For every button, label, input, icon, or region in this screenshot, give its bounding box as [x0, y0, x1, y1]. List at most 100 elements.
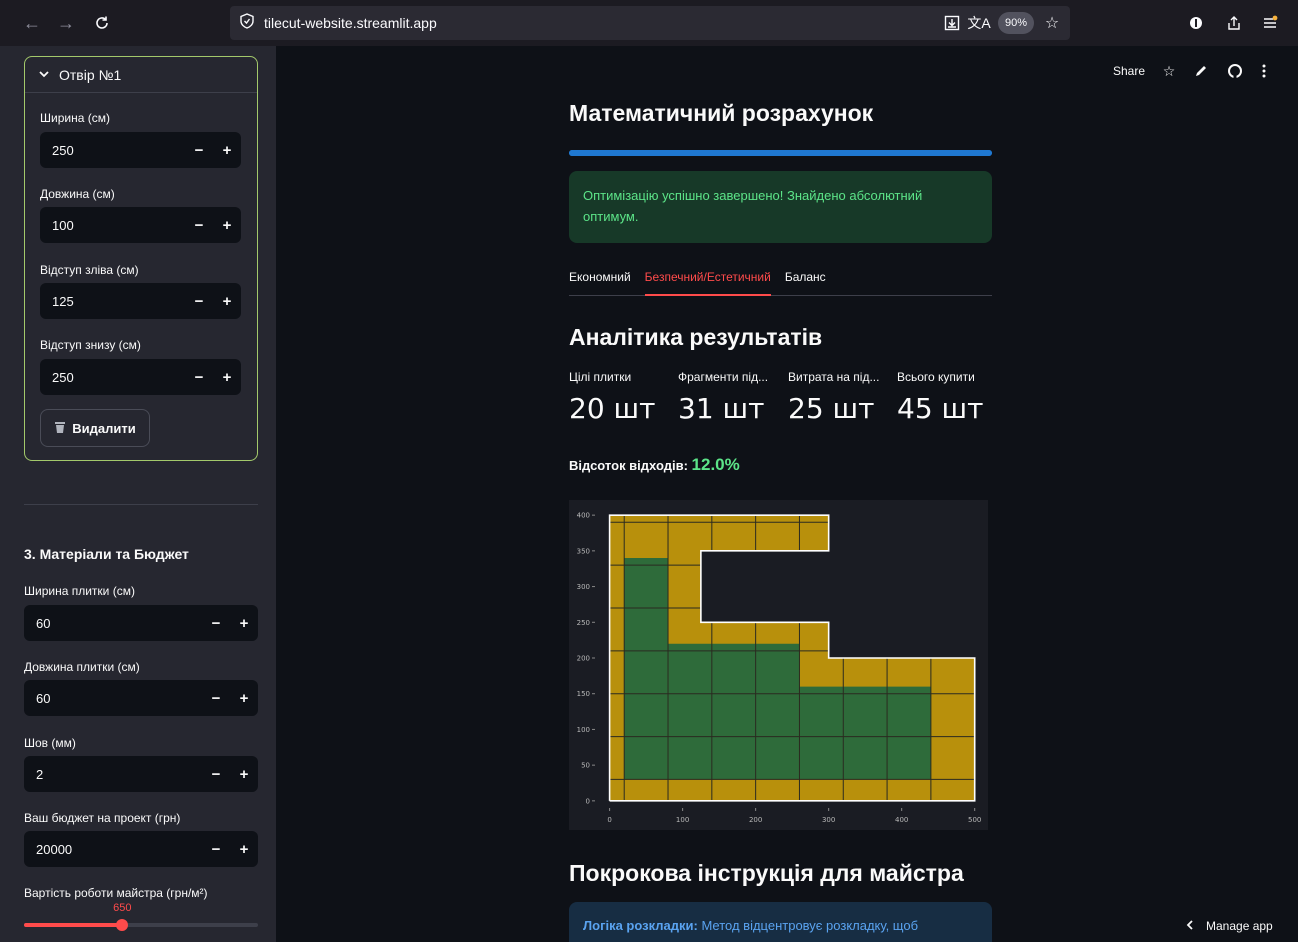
strategy-tabs: Економний Безпечний/Естетичний Баланс [569, 262, 992, 296]
input-value[interactable]: 60 [24, 691, 202, 706]
input-value[interactable]: 250 [40, 143, 185, 158]
tile-length-input[interactable]: 60 − + [24, 680, 258, 716]
y-tick-label: 100 [577, 726, 590, 734]
input-value[interactable]: 100 [40, 218, 185, 233]
bookmark-star-icon[interactable]: ☆ [1040, 11, 1064, 35]
increment-button[interactable]: + [213, 283, 241, 319]
increment-button[interactable]: + [230, 756, 258, 792]
metric-label: Витрата на під... [788, 370, 880, 384]
decrement-button[interactable]: − [202, 605, 230, 641]
edit-pencil-icon[interactable] [1192, 62, 1210, 80]
manage-app-label: Manage app [1206, 919, 1273, 933]
manage-app-button[interactable]: Manage app [1180, 910, 1298, 942]
labor-cost-slider[interactable]: 650 [24, 902, 258, 931]
tile-length-label: Довжина плитки (см) [24, 660, 140, 674]
progress-bar [569, 150, 992, 156]
star-icon[interactable]: ☆ [1160, 62, 1178, 80]
offset-left-label: Відступ зліва (см) [40, 263, 139, 277]
slider-value: 650 [113, 902, 132, 914]
decrement-button[interactable]: − [185, 359, 213, 395]
extension-icon[interactable] [1184, 11, 1208, 35]
increment-button[interactable]: + [230, 680, 258, 716]
save-page-icon[interactable] [940, 11, 964, 35]
success-alert: Оптимізацію успішно завершено! Знайдено … [569, 171, 992, 243]
increment-button[interactable]: + [213, 207, 241, 243]
decrement-button[interactable]: − [202, 756, 230, 792]
opening-width-input[interactable]: 250 − + [40, 132, 241, 168]
metric-value: 20 шт [569, 392, 656, 425]
budget-input[interactable]: 20000 − + [24, 831, 258, 867]
progress-fill [569, 150, 992, 156]
y-tick-label: 150 [577, 690, 590, 698]
input-value[interactable]: 2 [24, 767, 202, 782]
share-extension-icon[interactable] [1222, 11, 1246, 35]
decrement-button[interactable]: − [185, 283, 213, 319]
decrement-button[interactable]: − [185, 132, 213, 168]
opening-length-input[interactable]: 100 − + [40, 207, 241, 243]
input-value[interactable]: 250 [40, 370, 185, 385]
back-icon[interactable]: ← [20, 11, 44, 35]
joint-input[interactable]: 2 − + [24, 756, 258, 792]
opening-length-label: Довжина (см) [40, 187, 115, 201]
info-text: Метод відцентровує розкладку, щоб [697, 918, 919, 933]
opening-width-label: Ширина (см) [40, 111, 110, 125]
input-value[interactable]: 20000 [24, 842, 202, 857]
instructions-title: Покрокова інструкція для майстра [569, 860, 964, 886]
translate-icon[interactable]: 文A [967, 11, 991, 35]
y-tick-label: 0 [586, 797, 590, 805]
increment-button[interactable]: + [213, 132, 241, 168]
more-vertical-icon[interactable] [1255, 62, 1273, 80]
x-tick-label: 300 [822, 816, 835, 824]
metric-label: Всього купити [897, 370, 975, 384]
metric-value: 25 шт [788, 392, 875, 425]
share-button[interactable]: Share [1113, 64, 1145, 78]
tab-balance[interactable]: Баланс [785, 262, 826, 296]
y-tick-label: 50 [581, 762, 590, 770]
metric-value: 31 шт [678, 392, 765, 425]
increment-button[interactable]: + [230, 605, 258, 641]
decrement-button[interactable]: − [185, 207, 213, 243]
increment-button[interactable]: + [213, 359, 241, 395]
x-tick-label: 400 [895, 816, 908, 824]
info-bold: Логіка розкладки: [583, 918, 698, 933]
waste-label: Відсоток відходів: [569, 458, 688, 473]
offset-bottom-input[interactable]: 250 − + [40, 359, 241, 395]
chevron-down-icon [39, 69, 49, 81]
metric-total-buy: Всього купити 45 шт [897, 370, 1002, 425]
tile-layout-svg: 0 100 200 300 400 500 0 50 100 150 200 250 300 350 400 [569, 500, 988, 830]
tab-safe-aesthetic[interactable]: Безпечний/Естетичний [644, 262, 771, 296]
x-tick-label: 200 [749, 816, 762, 824]
delete-opening-button[interactable]: Видалити [40, 409, 150, 447]
zoom-level-badge[interactable]: 90% [998, 12, 1034, 34]
page-title: Математичний розрахунок [569, 100, 874, 126]
input-value[interactable]: 125 [40, 294, 185, 309]
increment-button[interactable]: + [230, 831, 258, 867]
info-alert: Логіка розкладки: Метод відцентровує роз… [569, 902, 992, 942]
url-text: tilecut-website.streamlit.app [264, 15, 437, 31]
x-tick-label: 100 [676, 816, 689, 824]
input-value[interactable]: 60 [24, 616, 202, 631]
waste-value: 12.0% [691, 455, 740, 474]
expander-header[interactable]: Отвір №1 [25, 57, 257, 93]
slider-fill [24, 923, 123, 927]
metric-whole-tiles: Цілі плитки 20 шт [569, 370, 674, 425]
tile-width-input[interactable]: 60 − + [24, 605, 258, 641]
metric-fragments: Фрагменти під... 31 шт [678, 370, 783, 425]
offset-bottom-label: Відступ знизу (см) [40, 338, 141, 352]
y-tick-label: 350 [577, 547, 590, 555]
slider-thumb[interactable] [116, 919, 129, 931]
decrement-button[interactable]: − [202, 680, 230, 716]
github-icon[interactable] [1226, 62, 1244, 80]
budget-label: Ваш бюджет на проект (грн) [24, 811, 181, 825]
opening-expander: Отвір №1 Ширина (см) 250 − + Довжина (см… [24, 56, 258, 461]
decrement-button[interactable]: − [202, 831, 230, 867]
tab-economy[interactable]: Економний [569, 262, 631, 296]
x-tick-label: 500 [968, 816, 981, 824]
forward-icon[interactable]: → [54, 11, 78, 35]
chevron-left-icon [1186, 919, 1194, 933]
menu-icon[interactable] [1258, 11, 1282, 35]
labor-cost-label: Вартість роботи майстра (грн/м²) [24, 886, 208, 900]
y-tick-label: 400 [577, 512, 590, 520]
offset-left-input[interactable]: 125 − + [40, 283, 241, 319]
reload-icon[interactable] [90, 11, 114, 35]
